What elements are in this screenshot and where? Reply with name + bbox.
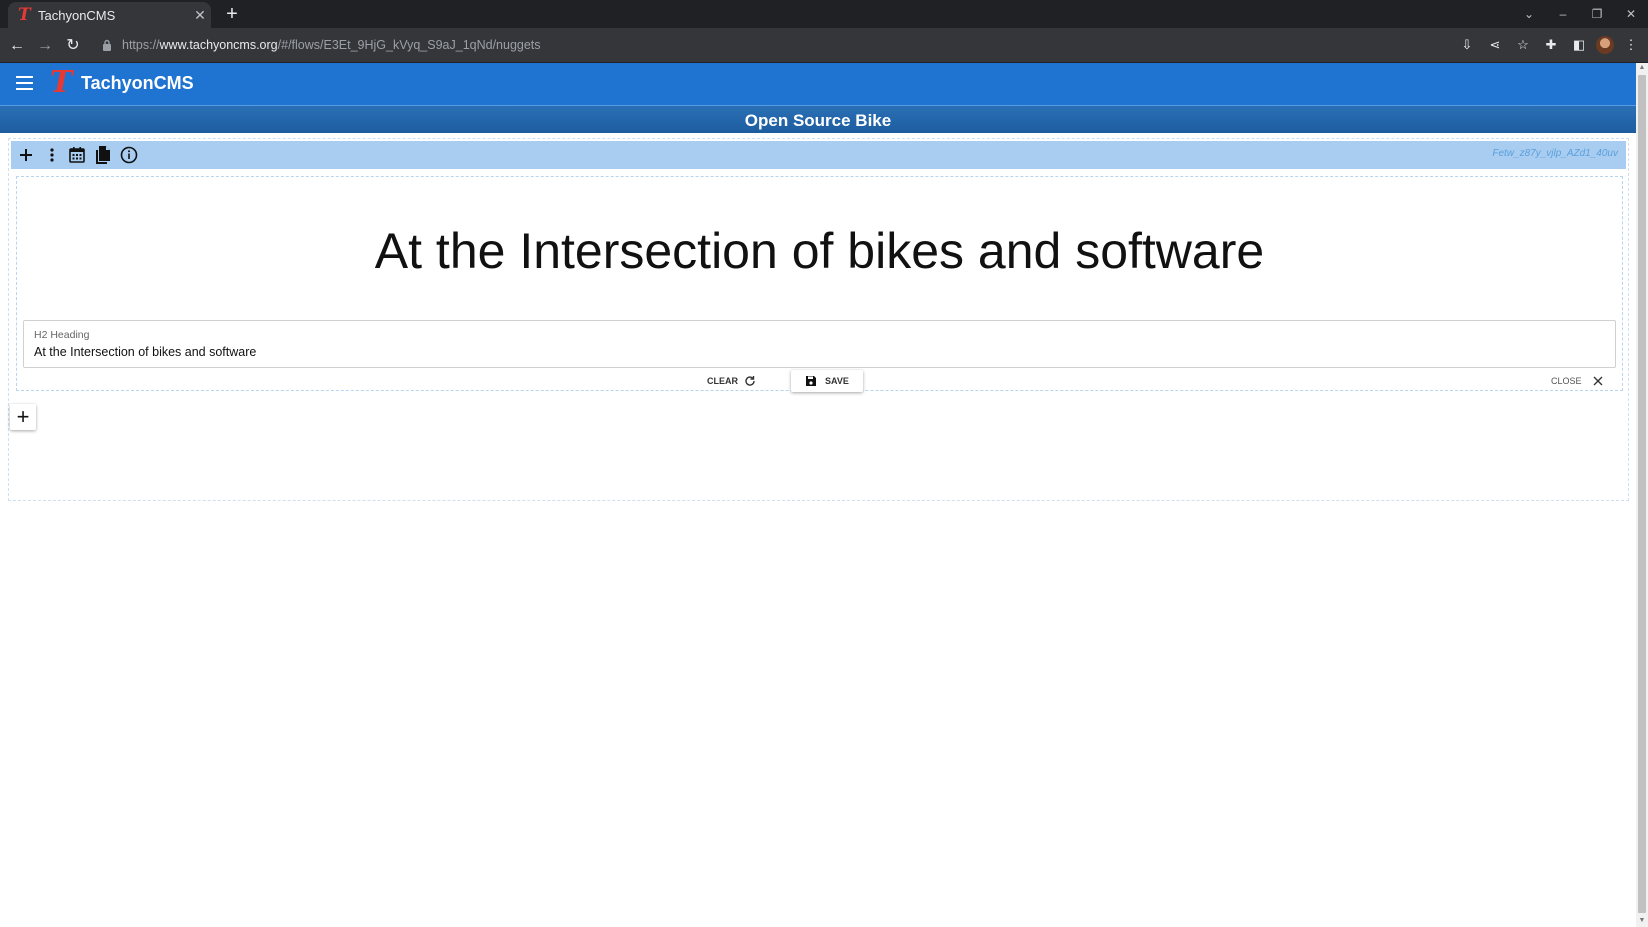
reload-icon[interactable]: ↻ — [62, 35, 84, 57]
save-button[interactable]: SAVE — [791, 370, 863, 392]
add-icon[interactable] — [17, 146, 35, 164]
side-panel-icon[interactable]: ◧ — [1568, 34, 1590, 56]
profile-avatar[interactable] — [1596, 36, 1614, 54]
flow-container: Fetw_z87y_vjlp_AZd1_40uv At the Intersec… — [8, 138, 1629, 501]
back-icon[interactable]: ← — [6, 35, 28, 57]
clear-button[interactable]: CLEAR — [707, 371, 762, 391]
browser-tab[interactable]: T TachyonCMS ✕ — [8, 2, 211, 28]
scroll-up-icon[interactable]: ▲ — [1638, 64, 1646, 72]
tab-search-icon[interactable]: ⌄ — [1512, 0, 1546, 28]
url-path: /#/flows/E3Et_9HjG_kVyq_S9aJ_1qNd/nugget… — [277, 38, 541, 52]
tachyon-favicon-icon: T — [18, 5, 31, 25]
more-vert-icon[interactable] — [43, 146, 61, 164]
scroll-thumb[interactable] — [1638, 75, 1646, 913]
save-label: SAVE — [825, 376, 849, 386]
field-label: H2 Heading — [34, 329, 90, 341]
browser-tab-strip: T TachyonCMS ✕ + ⌄ – ❐ ✕ — [0, 0, 1648, 28]
info-icon[interactable] — [120, 146, 138, 164]
window-close-icon[interactable]: ✕ — [1614, 0, 1648, 28]
new-tab-icon[interactable]: + — [222, 4, 242, 24]
save-icon — [806, 376, 816, 386]
minimize-icon[interactable]: – — [1546, 0, 1580, 28]
browser-menu-icon[interactable]: ⋮ — [1620, 34, 1642, 56]
restore-icon[interactable]: ❐ — [1580, 0, 1614, 28]
reset-icon — [745, 376, 755, 386]
scroll-down-icon[interactable]: ▼ — [1638, 917, 1646, 925]
tab-title: TachyonCMS — [38, 8, 116, 23]
file-copy-icon[interactable] — [94, 146, 112, 164]
h2-heading-input[interactable]: H2 Heading At the Intersection of bikes … — [23, 320, 1616, 368]
lock-icon — [103, 39, 111, 51]
tab-close-icon[interactable]: ✕ — [192, 7, 208, 23]
close-icon — [1593, 376, 1603, 386]
browser-toolbar: ← → ↻ https://www.tachyoncms.org/#/flows… — [0, 28, 1648, 63]
tachyon-app: T TachyonCMS Open Source Bike Fetw_z87y_… — [0, 63, 1636, 927]
extensions-icon[interactable]: ✚ — [1540, 34, 1562, 56]
share-icon[interactable]: ⋖ — [1484, 34, 1506, 56]
url-domain: www.tachyoncms.org — [159, 38, 278, 52]
tachyon-logo-icon: T — [50, 65, 73, 100]
flow-title-bar: Open Source Bike — [0, 105, 1636, 133]
add-nugget-button[interactable]: + — [10, 404, 36, 430]
calendar-icon[interactable] — [68, 146, 86, 164]
brand-title: TachyonCMS — [81, 73, 194, 93]
install-app-icon[interactable]: ⇩ — [1456, 34, 1478, 56]
menu-icon[interactable] — [16, 76, 33, 90]
bookmark-star-icon[interactable]: ☆ — [1512, 34, 1534, 56]
flow-title: Open Source Bike — [744, 111, 892, 130]
close-label: CLOSE — [1551, 376, 1582, 386]
field-value[interactable]: At the Intersection of bikes and softwar… — [34, 345, 256, 359]
app-header: T TachyonCMS — [0, 63, 1636, 105]
clear-label: CLEAR — [707, 376, 738, 386]
browser-actions: ⇩ ⋖ ☆ ✚ ◧ ⋮ — [1456, 34, 1642, 56]
window-controls: ⌄ – ❐ ✕ — [1512, 0, 1648, 28]
nugget-toolbar: Fetw_z87y_vjlp_AZd1_40uv — [11, 141, 1626, 169]
close-button[interactable]: CLOSE — [1551, 371, 1610, 391]
forward-icon[interactable]: → — [34, 35, 56, 57]
nugget-id: Fetw_z87y_vjlp_AZd1_40uv — [1492, 148, 1618, 159]
url-scheme: https:// — [122, 38, 160, 52]
page-scrollbar[interactable]: ▲ ▼ — [1636, 63, 1648, 927]
nugget-editor: At the Intersection of bikes and softwar… — [16, 176, 1623, 392]
address-bar[interactable]: https://www.tachyoncms.org/#/flows/E3Et_… — [96, 32, 1436, 59]
url-text: https://www.tachyoncms.org/#/flows/E3Et_… — [122, 38, 541, 52]
heading-preview: At the Intersection of bikes and softwar… — [374, 223, 1265, 279]
